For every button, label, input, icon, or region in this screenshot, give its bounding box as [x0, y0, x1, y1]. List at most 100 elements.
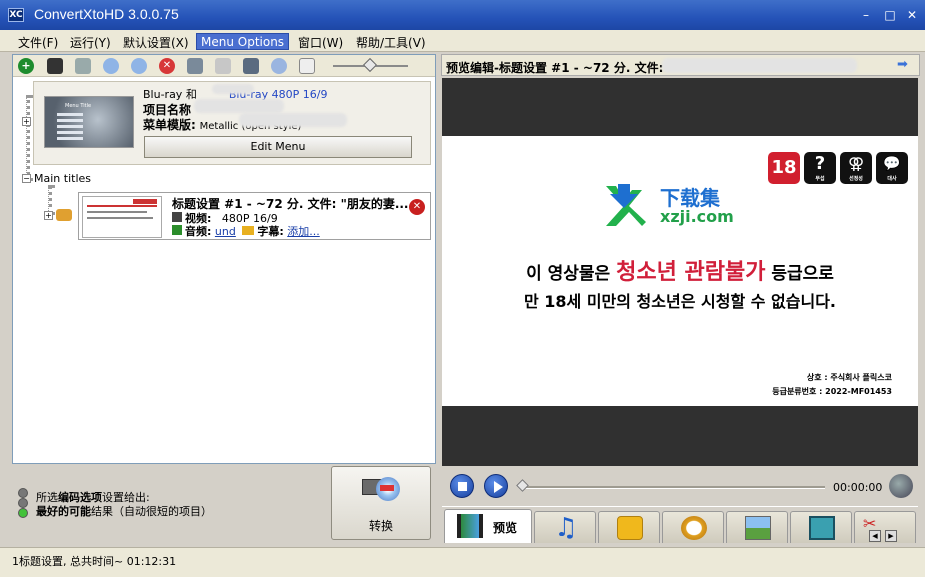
watermark-logo: 下载集 xzji.com — [602, 180, 762, 230]
image-icon — [745, 516, 771, 540]
expand-project-toggle[interactable]: + — [22, 117, 31, 126]
title-set-item[interactable]: 标题设置 #1 - ~72 分. 文件: "朋友的妻... 视频: 480P 1… — [78, 192, 431, 240]
menu-help-tools[interactable]: 帮助/工具(V) — [352, 33, 430, 50]
arrow-right-icon[interactable]: ➡ — [897, 58, 911, 71]
grid-icon[interactable] — [215, 58, 231, 74]
menu-template-label: 菜单模版: — [143, 118, 196, 132]
delete-icon[interactable]: ✕ — [159, 58, 175, 74]
video-frame: 18 ? 무섭 ⚢ 선정성 💬 대사 下载集 xzji.com 이 영상물은 청소년 … — [442, 136, 918, 406]
project-format-prefix: Blu-ray 和 — [143, 88, 197, 101]
tab-subtitles[interactable] — [598, 511, 660, 543]
preview-panel: 预览编辑-标题设置 #1 - ~72 分. 文件: ➡ 18 ? 무섭 ⚢ 선정성 … — [441, 54, 920, 544]
convert-button[interactable]: 转换 — [331, 466, 431, 540]
rating-18-icon: 18 — [768, 152, 800, 184]
main-titles-label[interactable]: Main titles — [34, 172, 91, 185]
thumbnail-title: Menu Title — [65, 103, 92, 109]
crop-icon — [809, 516, 835, 540]
title-thumbnail[interactable] — [82, 196, 162, 238]
redaction-blur — [662, 58, 857, 73]
subtitle-icon — [242, 226, 255, 235]
convert-label: 转换 — [368, 519, 393, 533]
stopwatch-icon — [681, 516, 707, 540]
playback-controls: 00:00:00 — [442, 466, 918, 506]
encoding-status-area: 所选编码选项设置给出: 最好的可能结果（自动很短的项目） — [14, 478, 314, 528]
tab-preview[interactable]: 预览 — [444, 509, 532, 543]
save-icon[interactable] — [47, 58, 63, 74]
play-button[interactable] — [484, 474, 508, 498]
disc-icon[interactable] — [271, 58, 287, 74]
menu-run[interactable]: 运行(Y) — [66, 33, 115, 50]
logo-text-en: xzji.com — [660, 207, 734, 226]
app-icon: XC — [8, 8, 24, 22]
close-button[interactable]: ✕ — [902, 6, 922, 24]
seek-bar[interactable] — [520, 486, 825, 489]
rating-fear-icon: ? 무섭 — [804, 152, 836, 184]
company-name: 상호 : 주식회사 플릭스코 — [806, 373, 892, 382]
audio-line: 音频: und 字幕: 添加... — [172, 223, 320, 239]
audio-icon — [172, 225, 182, 235]
tab-audio[interactable]: ♫ — [534, 511, 596, 543]
tree-connector — [26, 95, 30, 181]
menu-options[interactable]: Menu Options — [196, 33, 290, 50]
preview-title: 预览编辑-标题设置 #1 - ~72 分. 文件: — [446, 61, 664, 75]
move-down-icon[interactable] — [103, 58, 119, 74]
redaction-blur — [194, 99, 284, 113]
convert-icon — [362, 475, 400, 501]
status-bar: 1标题设置, 总共时间~ 01:12:31 — [0, 547, 925, 577]
notice-line-1: 이 영상물은 청소년 관람불가 등급으로 — [526, 260, 834, 285]
move-up-icon[interactable] — [131, 58, 147, 74]
menu-file[interactable]: 文件(F) — [14, 33, 62, 50]
preview-header: 预览编辑-标题设置 #1 - ~72 分. 文件: ➡ — [441, 54, 920, 76]
seek-thumb[interactable] — [516, 479, 529, 492]
zoom-slider-thumb[interactable] — [362, 57, 378, 73]
monitor-icon[interactable] — [243, 58, 259, 74]
tab-preview-label: 预览 — [493, 521, 518, 535]
notice-line-2: 만 18세 미만의 청소년은 시청할 수 없습니다. — [523, 292, 836, 311]
video-preview[interactable]: 18 ? 무섭 ⚢ 선정성 💬 대사 下载集 xzji.com 이 영상물은 청소년 … — [442, 78, 918, 466]
project-box[interactable]: Menu Title Blu-ray 和 Blu-ray 480P 16/9 项目… — [33, 81, 431, 165]
add-icon[interactable]: + — [18, 58, 34, 74]
film-icon — [457, 514, 483, 538]
video-icon — [172, 212, 182, 222]
tab-chapters[interactable] — [662, 511, 724, 543]
stop-button[interactable] — [450, 474, 474, 498]
tab-scroll-left-icon[interactable]: ◀ — [869, 530, 881, 542]
tab-scroll-right-icon[interactable]: ▶ — [885, 530, 897, 542]
status-light-red — [18, 488, 28, 498]
status-bar-text: 1标题设置, 总共时间~ 01:12:31 — [12, 555, 177, 568]
menu-default-settings[interactable]: 默认设置(X) — [119, 33, 193, 50]
tab-cut[interactable]: ✂ ◀ ▶ — [854, 511, 916, 543]
project-toolbar: + ✕ — [13, 55, 435, 77]
status-light-yellow — [18, 498, 28, 508]
film-strip-icon[interactable] — [75, 58, 91, 74]
rating-number: 등급분류번호 : 2022-MF01453 — [772, 387, 892, 396]
menu-thumbnail[interactable]: Menu Title — [44, 96, 134, 148]
menu-bar: 文件(F) 运行(Y) 默认设置(X) Menu Options 窗口(W) 帮… — [0, 30, 925, 52]
collapse-main-titles-toggle[interactable]: − — [22, 174, 31, 183]
preview-tabs: 预览 ♫ ✂ ◀ ▶ — [442, 506, 918, 544]
time-display: 00:00:00 — [833, 481, 883, 494]
status-light-green — [18, 508, 28, 518]
rating-language-icon: 💬 대사 — [876, 152, 908, 184]
document-icon[interactable] — [299, 58, 315, 74]
volume-icon[interactable] — [889, 474, 913, 498]
audio-label: 音频: — [185, 225, 212, 238]
subtitle-label: 字幕: — [257, 225, 284, 238]
minimize-button[interactable]: – — [856, 6, 876, 24]
tools-icon[interactable] — [187, 58, 203, 74]
project-tree-panel: + ✕ + Menu Title Blu-ray 和 Blu-ray 480P 1… — [12, 54, 436, 464]
tab-image[interactable] — [726, 511, 788, 543]
tab-crop[interactable] — [790, 511, 852, 543]
logo-arrow-icon — [606, 184, 646, 226]
add-subtitle-link[interactable]: 添加... — [287, 225, 320, 238]
menu-window[interactable]: 窗口(W) — [294, 33, 347, 50]
rating-sexual-icon: ⚢ 선정성 — [840, 152, 872, 184]
remove-title-icon[interactable]: ✕ — [409, 199, 425, 215]
subtitle-icon — [617, 516, 643, 540]
maximize-button[interactable]: □ — [880, 6, 900, 24]
audio-value-link[interactable]: und — [215, 225, 236, 238]
edit-menu-button[interactable]: Edit Menu — [144, 136, 412, 158]
redaction-blur — [212, 84, 254, 94]
redaction-blur — [239, 113, 347, 127]
expand-title-toggle[interactable]: + — [44, 211, 53, 220]
